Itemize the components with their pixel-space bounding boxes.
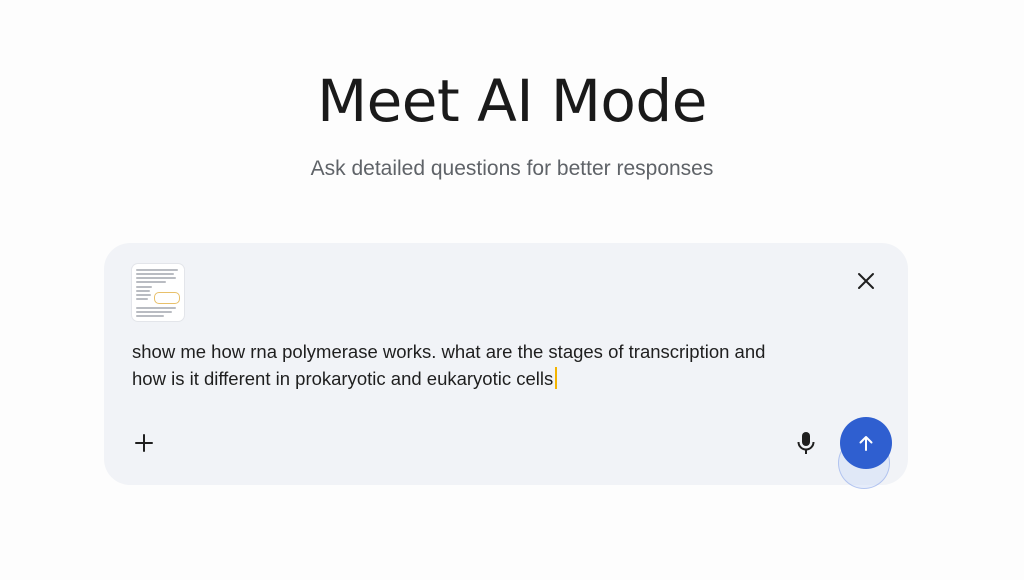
- document-text-line: [136, 290, 150, 292]
- close-icon: [858, 273, 874, 289]
- document-text-line: [136, 286, 152, 288]
- send-button[interactable]: [840, 417, 892, 469]
- document-text-line: [136, 307, 176, 309]
- text-caret: [555, 367, 558, 389]
- add-attachment-button[interactable]: [132, 431, 156, 455]
- page-title: Meet AI Mode: [317, 67, 707, 135]
- microphone-icon: [797, 432, 815, 454]
- document-text-line: [136, 294, 151, 296]
- document-text-line: [136, 281, 166, 283]
- page-subtitle: Ask detailed questions for better respon…: [310, 157, 714, 180]
- document-figure: [154, 292, 180, 304]
- prompt-text-line-2: how is it different in prokaryotic and e…: [132, 368, 554, 389]
- document-text-line: [136, 273, 174, 275]
- remove-attachment-button[interactable]: [854, 269, 878, 293]
- plus-icon: [135, 434, 153, 452]
- prompt-input[interactable]: show me how rna polymerase works. what a…: [132, 338, 832, 392]
- document-text-line: [136, 311, 172, 313]
- document-text-line: [136, 298, 148, 300]
- document-text-line: [136, 269, 178, 271]
- document-text-line: [136, 277, 176, 279]
- prompt-composer[interactable]: show me how rna polymerase works. what a…: [104, 243, 908, 489]
- attachment-thumbnail[interactable]: [132, 264, 184, 321]
- document-text-line: [136, 315, 164, 317]
- prompt-text-line-1: show me how rna polymerase works. what a…: [132, 341, 766, 362]
- arrow-up-icon: [859, 436, 873, 451]
- voice-input-button[interactable]: [794, 430, 818, 456]
